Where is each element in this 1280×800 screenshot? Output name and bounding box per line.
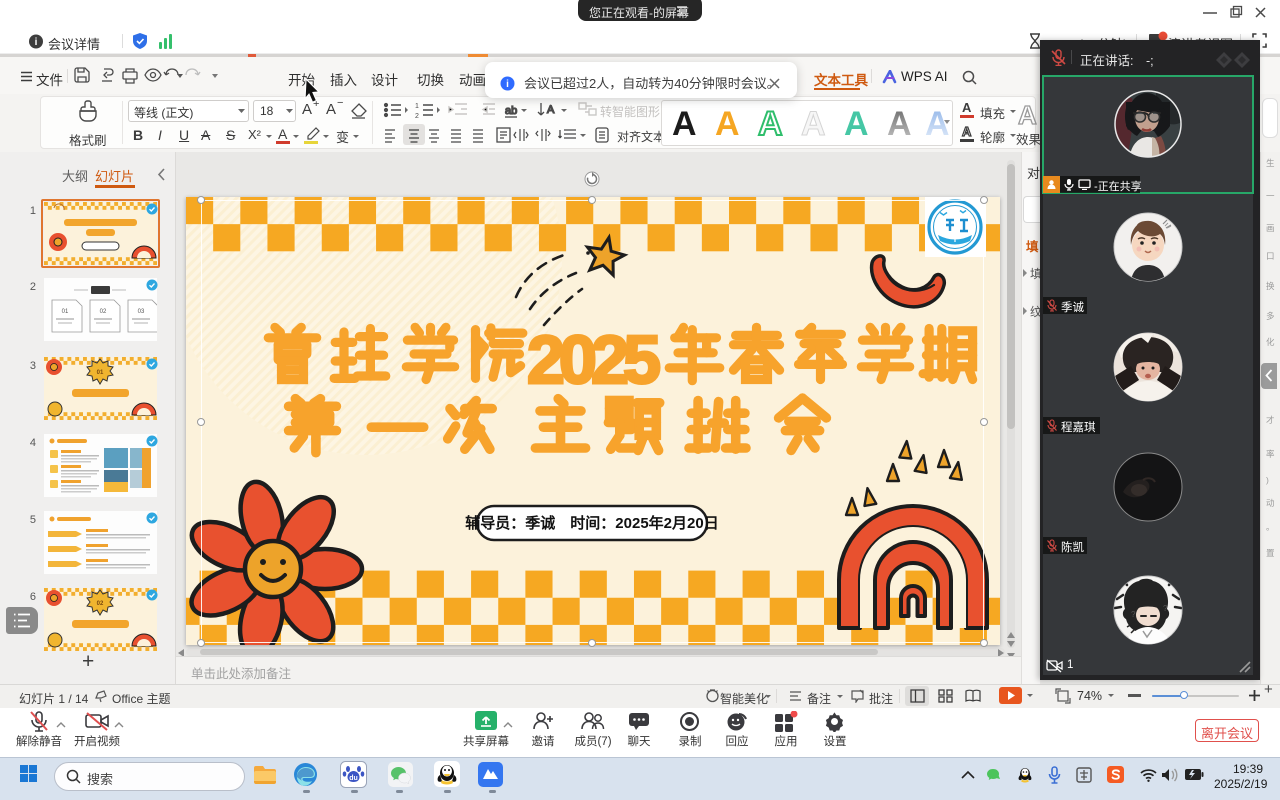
svg-text:A: A xyxy=(547,104,555,116)
svg-text:02: 02 xyxy=(100,309,107,315)
svg-text:1: 1 xyxy=(415,103,419,110)
svg-text:ab: ab xyxy=(505,105,517,117)
svg-text:2: 2 xyxy=(415,113,419,120)
svg-text:03: 03 xyxy=(138,309,145,315)
svg-text:01: 01 xyxy=(97,370,104,376)
svg-text:?: ? xyxy=(1163,604,1168,613)
svg-text:02: 02 xyxy=(97,601,104,607)
svg-text:i: i xyxy=(506,79,509,90)
svg-text:i: i xyxy=(35,37,38,48)
svg-text:du: du xyxy=(349,775,358,782)
svg-text:?: ? xyxy=(1131,610,1136,619)
svg-text:01: 01 xyxy=(62,309,69,315)
